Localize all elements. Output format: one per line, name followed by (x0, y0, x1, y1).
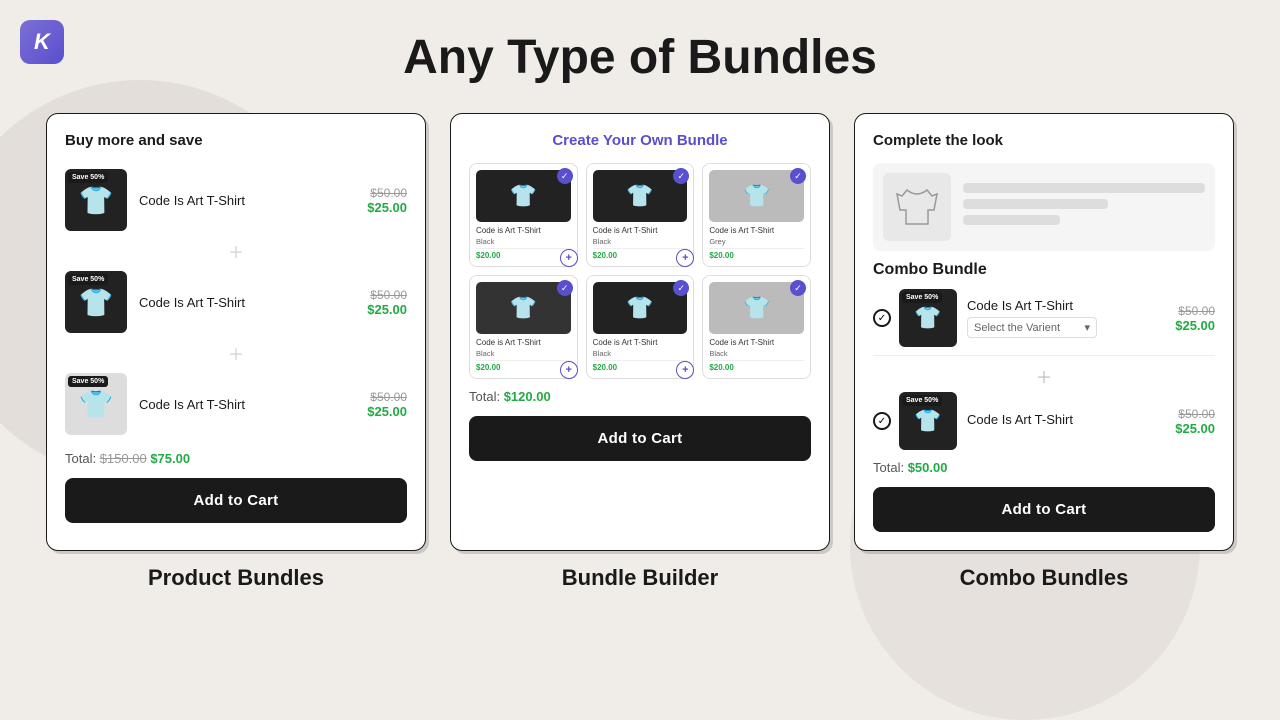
dropdown-arrow-icon: ▾ (1084, 321, 1090, 334)
bundle-builder-add-to-cart[interactable]: Add to Cart (469, 416, 811, 461)
bundle-item-1-price: $50.00 $25.00 (367, 186, 407, 215)
combo-preview-lines (963, 183, 1205, 231)
bundle-item-2-img: Save 50% 👕 (65, 271, 127, 333)
combo-total: Total: $50.00 (873, 460, 1215, 475)
b-variant-5: Black (593, 349, 688, 361)
tshirt-icon-1: 👕 (79, 184, 114, 217)
builder-item-2[interactable]: ✓ 👕 + Code is Art T-Shirt Black $20.00 (586, 163, 695, 267)
combo-bundles-add-to-cart[interactable]: Add to Cart (873, 487, 1215, 532)
combo-preview (873, 163, 1215, 251)
bundle-item-3-price: $50.00 $25.00 (367, 390, 407, 419)
builder-total: Total: $120.00 (469, 389, 811, 404)
bundle-builder-label: Bundle Builder (450, 565, 830, 591)
b-variant-3: Grey (709, 237, 804, 249)
combo-item-1-info: Code Is Art T-Shirt Select the Varient ▾ (967, 298, 1175, 338)
bundle-item-3: Save 50% 👕 Code Is Art T-Shirt $50.00 $2… (65, 367, 407, 441)
save-badge-1: Save 50% (68, 172, 108, 183)
b-variant-4: Black (476, 349, 571, 361)
b-price-4: $20.00 (476, 363, 571, 372)
combo-variant-select[interactable]: Select the Varient ▾ (967, 317, 1097, 338)
b-price-6: $20.00 (709, 363, 804, 372)
combo-save-badge-2: Save 50% (902, 395, 942, 406)
combo-preview-img (883, 173, 951, 241)
b-variant-2: Black (593, 237, 688, 249)
builder-item-5[interactable]: ✓ 👕 + Code is Art T-Shirt Black $20.00 (586, 275, 695, 379)
combo-check-2: ✓ (873, 412, 891, 430)
b-price-2: $20.00 (593, 251, 688, 260)
builder-item-3[interactable]: ✓ 👕 Code is Art T-Shirt Grey $20.00 (702, 163, 811, 267)
combo-item-1-price: $50.00 $25.00 (1175, 304, 1215, 333)
combo-section-title: Combo Bundle (873, 261, 1215, 279)
b-name-4: Code is Art T-Shirt (476, 338, 571, 347)
save-badge-3: Save 50% (68, 376, 108, 387)
bundle-item-1-img: Save 50% 👕 (65, 169, 127, 231)
product-bundles-label: Product Bundles (46, 565, 426, 591)
combo-item-2-price: $50.00 $25.00 (1175, 407, 1215, 436)
bundle-item-1: Save 50% 👕 Code Is Art T-Shirt $50.00 $2… (65, 163, 407, 237)
b-variant-1: Black (476, 237, 571, 249)
card-labels: Product Bundles Bundle Builder Combo Bun… (0, 551, 1280, 591)
preview-line-2 (963, 199, 1108, 209)
combo-bundles-card: Complete the look Combo Bundle ✓ Save 50… (854, 113, 1234, 551)
builder-item-1[interactable]: ✓ 👕 + Code is Art T-Shirt Black $20.00 (469, 163, 578, 267)
b-name-3: Code is Art T-Shirt (709, 226, 804, 235)
tshirt-icon-2: 👕 (79, 286, 114, 319)
preview-line-1 (963, 183, 1205, 193)
plus-btn-4[interactable]: + (560, 361, 578, 379)
b-name-5: Code is Art T-Shirt (593, 338, 688, 347)
save-badge-2: Save 50% (68, 274, 108, 285)
bundle-builder-card: Create Your Own Bundle ✓ 👕 + Code is Art… (450, 113, 830, 551)
combo-item-1: ✓ Save 50% 👕 Code Is Art T-Shirt Select … (873, 289, 1215, 356)
b-name-1: Code is Art T-Shirt (476, 226, 571, 235)
bundle-item-2-price: $50.00 $25.00 (367, 288, 407, 317)
plus-btn-5[interactable]: + (676, 361, 694, 379)
combo-item-2-name: Code Is Art T-Shirt (967, 412, 1175, 427)
product-total: Total: $150.00 $75.00 (65, 451, 407, 466)
tshirt-icon-3: 👕 (79, 388, 114, 421)
plus-btn-2[interactable]: + (676, 249, 694, 267)
plus-btn-1[interactable]: + (560, 249, 578, 267)
check-4: ✓ (557, 280, 573, 296)
combo-item-2: ✓ Save 50% 👕 Code Is Art T-Shirt $50.00 … (873, 392, 1215, 450)
check-6: ✓ (790, 280, 806, 296)
bundle-item-1-name: Code Is Art T-Shirt (139, 193, 367, 208)
combo-check-1: ✓ (873, 309, 891, 327)
bundle-item-2: Save 50% 👕 Code Is Art T-Shirt $50.00 $2… (65, 265, 407, 339)
divider-2: ＋ (65, 341, 407, 365)
b-name-6: Code is Art T-Shirt (709, 338, 804, 347)
b-price-5: $20.00 (593, 363, 688, 372)
bundle-item-3-img: Save 50% 👕 (65, 373, 127, 435)
product-bundles-add-to-cart[interactable]: Add to Cart (65, 478, 407, 523)
combo-item-2-img: Save 50% 👕 (899, 392, 957, 450)
combo-bundles-label: Combo Bundles (854, 565, 1234, 591)
bundle-item-3-name: Code Is Art T-Shirt (139, 397, 367, 412)
combo-item-1-img: Save 50% 👕 (899, 289, 957, 347)
preview-line-3 (963, 215, 1060, 225)
divider-1: ＋ (65, 239, 407, 263)
page-title: Any Type of Bundles (0, 0, 1280, 85)
b-name-2: Code is Art T-Shirt (593, 226, 688, 235)
product-bundles-card: Buy more and save Save 50% 👕 Code Is Art… (46, 113, 426, 551)
bundle-item-2-name: Code Is Art T-Shirt (139, 295, 367, 310)
b-price-1: $20.00 (476, 251, 571, 260)
builder-item-4[interactable]: ✓ 👕 + Code is Art T-Shirt Black $20.00 (469, 275, 578, 379)
builder-grid: ✓ 👕 + Code is Art T-Shirt Black $20.00 ✓… (469, 163, 811, 379)
check-1: ✓ (557, 168, 573, 184)
cards-container: Buy more and save Save 50% 👕 Code Is Art… (0, 85, 1280, 551)
b-variant-6: Black (709, 349, 804, 361)
combo-divider-plus: ＋ (873, 364, 1215, 388)
combo-title: Complete the look (873, 132, 1215, 149)
product-bundles-title: Buy more and save (65, 132, 407, 149)
bundle-builder-title: Create Your Own Bundle (469, 132, 811, 149)
b-price-3: $20.00 (709, 251, 804, 260)
combo-item-2-info: Code Is Art T-Shirt (967, 412, 1175, 431)
combo-save-badge-1: Save 50% (902, 292, 942, 303)
combo-item-1-name: Code Is Art T-Shirt (967, 298, 1175, 313)
check-3: ✓ (790, 168, 806, 184)
builder-item-6[interactable]: ✓ 👕 Code is Art T-Shirt Black $20.00 (702, 275, 811, 379)
